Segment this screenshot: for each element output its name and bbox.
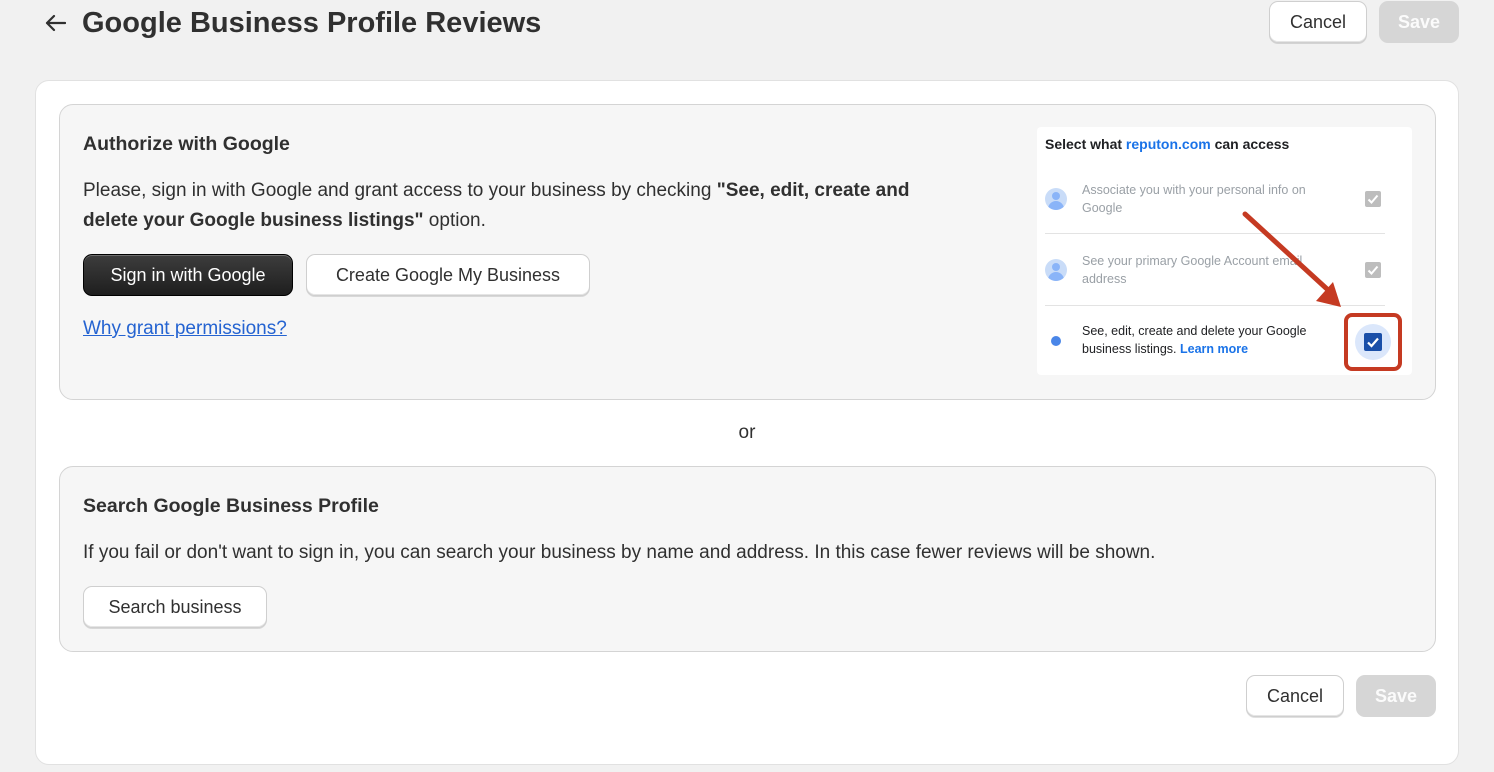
sign-in-with-google-button[interactable]: Sign in with Google (83, 254, 293, 296)
search-heading: Search Google Business Profile (83, 495, 379, 517)
why-grant-permissions-link[interactable]: Why grant permissions? (83, 318, 287, 340)
authorize-heading: Authorize with Google (83, 133, 290, 155)
authorize-description: Please, sign in with Google and grant ac… (83, 180, 910, 231)
save-button-bottom[interactable]: Save (1356, 675, 1436, 717)
google-consent-preview: Select what reputon.com can access Assoc… (1037, 127, 1412, 375)
search-business-button[interactable]: Search business (83, 586, 267, 628)
create-google-my-business-button[interactable]: Create Google My Business (306, 254, 590, 296)
red-arrow-icon (1242, 211, 1341, 307)
search-description: If you fail or don't want to sign in, yo… (83, 542, 1156, 563)
or-separator: or (738, 422, 756, 443)
page-title: Google Business Profile Reviews (82, 7, 542, 39)
save-button-top[interactable]: Save (1379, 1, 1459, 43)
settings-card: Authorize with Google Please, sign in wi… (35, 80, 1459, 765)
cancel-button-bottom[interactable]: Cancel (1246, 675, 1344, 717)
authorize-section: Authorize with Google Please, sign in wi… (59, 104, 1436, 400)
search-section: Search Google Business Profile If you fa… (59, 466, 1436, 652)
cancel-button-top[interactable]: Cancel (1269, 1, 1367, 43)
arrow-left-icon (45, 14, 66, 32)
back-button[interactable] (38, 6, 72, 40)
